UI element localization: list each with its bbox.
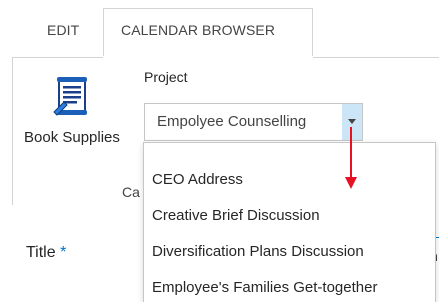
ribbon-group-label: Ca bbox=[122, 184, 140, 200]
ribbon-tabs: EDIT CALENDAR BROWSER bbox=[0, 0, 439, 58]
project-dropdown-list: CEO Address Creative Brief Discussion Di… bbox=[143, 142, 436, 302]
title-label-text: Title bbox=[26, 244, 56, 261]
project-label: Project bbox=[144, 69, 188, 85]
dropdown-option[interactable]: Diversification Plans Discussion bbox=[152, 243, 364, 260]
required-marker: * bbox=[60, 244, 67, 261]
title-field-label: Title * bbox=[26, 244, 66, 262]
book-supplies-button[interactable]: Book Supplies bbox=[24, 70, 136, 162]
tab-edit[interactable]: EDIT bbox=[47, 22, 79, 38]
project-select[interactable]: Empolyee Counselling bbox=[144, 103, 363, 141]
dropdown-option[interactable]: CEO Address bbox=[152, 171, 243, 188]
annotation-arrow-icon bbox=[345, 127, 357, 189]
chevron-down-icon bbox=[348, 119, 356, 124]
book-scroll-icon bbox=[53, 77, 87, 116]
tab-calendar-browser[interactable]: CALENDAR BROWSER bbox=[121, 22, 275, 38]
project-select-value: Empolyee Counselling bbox=[157, 113, 307, 130]
active-tab-gap bbox=[103, 56, 313, 58]
dropdown-option[interactable]: Creative Brief Discussion bbox=[152, 207, 320, 224]
dropdown-option[interactable]: Employee's Families Get-together bbox=[152, 279, 377, 296]
book-supplies-label: Book Supplies bbox=[24, 129, 120, 146]
